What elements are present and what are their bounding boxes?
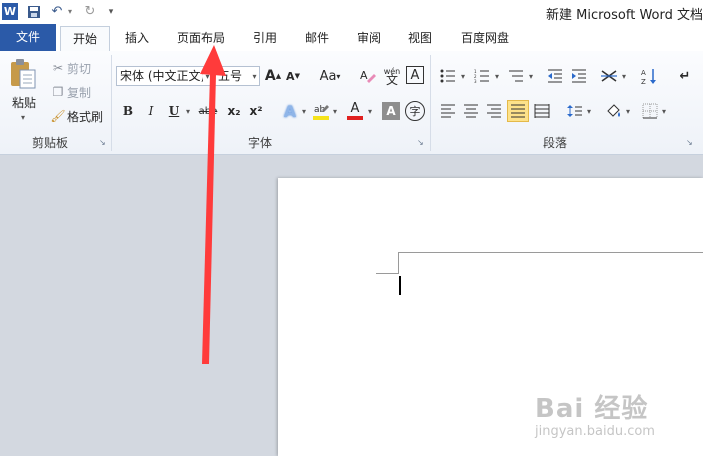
copy-icon: ❐ (52, 85, 64, 99)
character-border-icon[interactable]: A (406, 66, 424, 84)
save-icon[interactable] (26, 3, 42, 20)
shrink-font-icon[interactable]: A ▼ (285, 66, 301, 86)
baidu-jingyan-watermark: Bai 经验 jingyan.baidu.com (535, 384, 703, 454)
text-effect-icon[interactable]: A (279, 99, 301, 123)
paragraph-launcher-icon[interactable]: ↘ (686, 138, 695, 147)
paste-icon[interactable] (6, 57, 40, 91)
margin-guide-corner (376, 273, 398, 274)
bold-button[interactable]: B (118, 101, 138, 121)
tab-review[interactable]: 审阅 (348, 26, 390, 51)
numbering-icon[interactable]: 123 (472, 66, 492, 86)
redo-icon[interactable]: ↻ (82, 3, 98, 20)
tab-mailings[interactable]: 邮件 (296, 26, 338, 51)
font-launcher-icon[interactable]: ↘ (417, 138, 426, 147)
cut-button[interactable]: 剪切 (67, 59, 97, 77)
decrease-indent-icon[interactable] (545, 66, 565, 86)
font-name-value: 宋体 (中文正文) (120, 69, 206, 83)
ribbon-tab-row: 文件 开始 插入 页面布局 引用 邮件 审阅 视图 百度网盘 (0, 24, 703, 53)
title-bar: W ↶ ▾ ↻ ▾ 新建 Microsoft Word 文档 (0, 0, 703, 24)
highlight-color-icon[interactable]: ab (311, 99, 331, 123)
ribbon: 粘贴 ▾ ✂ 剪切 ❐ 复制 🖌 格式刷 剪贴板 ↘ 宋体 (中文正文) ▾ 五… (0, 51, 703, 155)
shading-icon[interactable] (604, 100, 624, 122)
multilevel-dropdown-icon[interactable]: ▾ (527, 66, 535, 86)
tab-insert[interactable]: 插入 (114, 26, 160, 51)
clipboard-launcher-icon[interactable]: ↘ (99, 138, 108, 147)
justify-icon[interactable] (507, 100, 529, 122)
font-group-label: 字体 (247, 136, 272, 150)
svg-text:Z: Z (641, 78, 646, 85)
align-right-icon[interactable] (484, 101, 504, 121)
paragraph-group-label: 段落 (542, 136, 567, 150)
customize-quick-access-icon[interactable]: ▾ (106, 3, 116, 20)
margin-guide-top (398, 252, 703, 253)
character-shading-icon[interactable]: A (382, 102, 400, 120)
bullets-icon[interactable] (438, 66, 458, 86)
enclose-characters-icon[interactable]: 字 (405, 101, 425, 121)
clear-formatting-icon[interactable]: A (358, 65, 378, 87)
watermark-url: jingyan.baidu.com (535, 424, 655, 439)
undo-dropdown-icon[interactable]: ▾ (66, 3, 74, 20)
phonetic-guide-icon[interactable]: wén 文 (381, 64, 403, 88)
underline-dropdown-icon[interactable]: ▾ (183, 101, 193, 121)
numbering-dropdown-icon[interactable]: ▾ (493, 66, 501, 86)
highlight-dropdown-icon[interactable]: ▾ (331, 101, 339, 121)
tab-home[interactable]: 开始 (60, 26, 110, 53)
strikethrough-button[interactable]: abe (196, 101, 220, 121)
superscript-button[interactable]: x² (246, 101, 266, 121)
line-spacing-dropdown-icon[interactable]: ▾ (585, 101, 593, 121)
tab-baidu-netdisk[interactable]: 百度网盘 (452, 26, 518, 51)
undo-icon[interactable]: ↶ (48, 3, 66, 20)
italic-button[interactable]: I (141, 101, 161, 121)
increase-indent-icon[interactable] (569, 66, 589, 86)
multilevel-list-icon[interactable] (506, 66, 526, 86)
scissors-icon: ✂ (52, 61, 64, 75)
paste-button[interactable]: 粘贴 (8, 93, 40, 111)
change-case-icon[interactable]: Aa ▾ (316, 66, 344, 86)
grow-font-icon[interactable]: A ▲ (265, 66, 281, 86)
clipboard-group-label: 剪贴板 (31, 136, 68, 150)
font-name-combo[interactable]: 宋体 (中文正文) (116, 66, 212, 86)
underline-button[interactable]: U (164, 101, 184, 121)
group-divider (111, 55, 112, 151)
word-app-icon[interactable]: W (2, 3, 18, 20)
tab-page-layout[interactable]: 页面布局 (168, 26, 234, 51)
format-painter-button[interactable]: 格式刷 (67, 107, 107, 125)
distributed-icon[interactable] (532, 101, 552, 121)
borders-icon[interactable] (640, 101, 660, 121)
paste-dropdown-icon[interactable]: ▾ (18, 111, 28, 123)
svg-text:3: 3 (474, 79, 477, 83)
watermark-brand: Bai 经验 (535, 394, 649, 424)
sort-icon[interactable]: AZ (639, 65, 659, 87)
tab-view[interactable]: 视图 (398, 26, 442, 51)
text-effect-dropdown-icon[interactable]: ▾ (300, 101, 308, 121)
tab-references[interactable]: 引用 (244, 26, 286, 51)
align-left-icon[interactable] (438, 101, 458, 121)
text-cursor (399, 276, 401, 295)
bullets-dropdown-icon[interactable]: ▾ (459, 66, 467, 86)
borders-dropdown-icon[interactable]: ▾ (660, 101, 668, 121)
margin-guide-left (398, 252, 399, 274)
svg-text:A: A (641, 69, 646, 77)
copy-button[interactable]: 复制 (67, 83, 97, 101)
font-name-dropdown-icon[interactable]: ▾ (203, 67, 212, 85)
line-spacing-icon[interactable] (565, 101, 585, 121)
align-center-icon[interactable] (461, 101, 481, 121)
font-color-dropdown-icon[interactable]: ▾ (366, 101, 374, 121)
chinese-layout-icon[interactable] (599, 66, 619, 86)
font-size-value: 五号 (218, 69, 243, 83)
subscript-button[interactable]: x₂ (224, 101, 244, 121)
format-painter-icon: 🖌 (50, 109, 66, 123)
shading-dropdown-icon[interactable]: ▾ (624, 101, 632, 121)
font-size-dropdown-icon[interactable]: ▾ (250, 67, 259, 85)
show-marks-icon[interactable]: ↵ (676, 65, 694, 87)
chinese-layout-dropdown-icon[interactable]: ▾ (620, 66, 628, 86)
svg-text:A: A (360, 69, 368, 82)
font-color-icon[interactable]: A (345, 99, 365, 123)
tab-file[interactable]: 文件 (0, 24, 56, 51)
window-title: 新建 Microsoft Word 文档 (546, 8, 703, 23)
group-divider (430, 55, 431, 151)
